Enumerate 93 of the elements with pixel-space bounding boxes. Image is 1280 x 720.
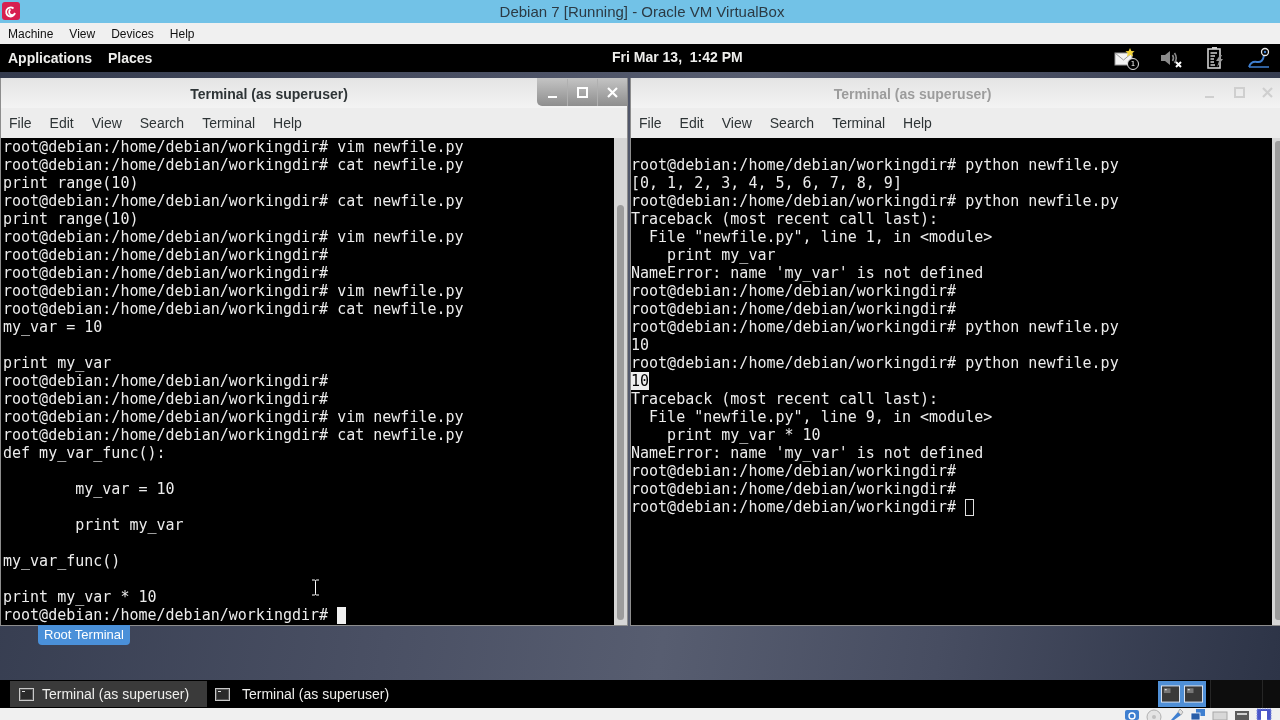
menu-item[interactable]: Edit (41, 111, 81, 135)
scrollbar-thumb[interactable] (1275, 141, 1280, 620)
terminal-line: root@debian:/home/debian/workingdir# python newfile.py (631, 354, 1119, 372)
scrollbar-thumb[interactable] (617, 205, 624, 620)
envelope-icon[interactable] (1114, 48, 1136, 66)
window-thumbnail-icon (1184, 685, 1203, 703)
menu-item[interactable]: Edit (671, 111, 711, 135)
menu-item[interactable]: Help (265, 111, 309, 135)
battery-charging-icon[interactable] (1206, 47, 1224, 69)
terminal-line: root@debian:/home/debian/workingdir# (3, 264, 329, 282)
menu-item[interactable]: File (631, 111, 669, 135)
terminal-line: root@debian:/home/debian/workingdir# (631, 462, 957, 480)
terminal-line: my_var = 10 (74, 480, 175, 498)
menu-item[interactable]: View (61, 24, 104, 43)
terminal-line: Traceback (most recent call last): (631, 210, 939, 228)
terminal-line: my_var = 10 (3, 318, 103, 336)
scrollbar[interactable] (614, 138, 627, 625)
taskbar-button[interactable]: Terminal (as superuser) (10, 681, 207, 707)
panel-menu[interactable]: Places (100, 46, 161, 70)
terminal-line: root@debian:/home/debian/workingdir# (3, 606, 329, 624)
menu-item[interactable]: Terminal (194, 111, 263, 135)
terminal-line: root@debian:/home/debian/workingdir# vim newfile.py (3, 138, 464, 156)
terminal-icon (19, 687, 34, 701)
menu-item[interactable]: Help (895, 111, 939, 135)
menu-item[interactable]: Devices (103, 24, 162, 43)
terminal-line: root@debian:/home/debian/workingdir# (631, 480, 957, 498)
maximize-icon (1234, 87, 1245, 98)
workspace-tile[interactable] (1158, 681, 1206, 707)
terminal-line: root@debian:/home/debian/workingdir# cat newfile.py (3, 426, 464, 444)
menu-item[interactable]: Terminal (824, 111, 893, 135)
terminal-line: [0, 1, 2, 3, 4, 5, 6, 7, 8, 9] (631, 174, 902, 192)
terminal-line: root@debian:/home/debian/workingdir# (3, 246, 329, 264)
terminal-line: NameError: name 'my_var' is not defined (631, 264, 984, 282)
terminal-line: NameError: name 'my_var' is not defined (631, 444, 984, 462)
terminal-line: File "newfile.py", line 1, in <module> (648, 228, 993, 246)
display-icon (1234, 708, 1250, 720)
cable-icon[interactable] (1247, 47, 1271, 69)
menu-item[interactable]: Help (161, 24, 203, 43)
selected-text: 10 (631, 372, 650, 390)
window-title: Terminal (as superuser) (189, 85, 349, 102)
terminal-line: root@debian:/home/debian/workingdir# cat newfile.py (3, 156, 464, 174)
menu-item[interactable]: Search (131, 111, 192, 135)
close-icon (607, 87, 618, 98)
chip-icon (1256, 708, 1272, 720)
terminal-line: root@debian:/home/debian/workingdir# python newfile.py (631, 156, 1119, 174)
terminal-icon (215, 687, 230, 701)
minimize-icon (548, 95, 557, 98)
tooltip: Root Terminal (38, 625, 130, 645)
terminal-line: 10 (631, 336, 650, 354)
terminal-line: root@debian:/home/debian/workingdir# cat newfile.py (3, 300, 464, 318)
terminal-line: root@debian:/home/debian/workingdir# (631, 282, 957, 300)
terminal-line: root@debian:/home/debian/workingdir# vim newfile.py (3, 408, 464, 426)
terminal-line: root@debian:/home/debian/workingdir# python newfile.py (631, 192, 1119, 210)
window-title: Debian 7 [Running] - Oracle VM VirtualBox (498, 3, 785, 20)
terminal-line: root@debian:/home/debian/workingdir# (3, 372, 329, 390)
terminal-line: root@debian:/home/debian/workingdir# (3, 390, 329, 408)
clock[interactable]: Fri Mar 13, 1:42 PM (612, 49, 743, 65)
terminal-line: def my_var_func(): (3, 444, 166, 462)
terminal-line: print my_var (3, 354, 112, 372)
terminal-line: Traceback (most recent call last): (631, 390, 939, 408)
network-icon (1190, 708, 1206, 720)
terminal-line: root@debian:/home/debian/workingdir# (631, 498, 957, 516)
terminal-line: print my_var (666, 246, 776, 264)
close-icon (1262, 87, 1273, 98)
speaker-icon[interactable] (1159, 48, 1183, 68)
scrollbar[interactable] (1272, 138, 1280, 625)
menu-item[interactable]: View (713, 111, 759, 135)
panel-menu[interactable]: Applications (0, 46, 100, 70)
window-title: Terminal (as superuser) (832, 85, 993, 102)
terminal-line: root@debian:/home/debian/workingdir# (631, 300, 957, 318)
taskbar-button[interactable]: Terminal (as superuser) (212, 681, 405, 707)
usb-icon (1168, 708, 1184, 720)
terminal-line: print range(10) (3, 174, 139, 192)
terminal-line: root@debian:/home/debian/workingdir# vim newfile.py (3, 228, 464, 246)
maximize-icon (577, 87, 588, 98)
terminal-line: print my_var (74, 516, 184, 534)
menu-item[interactable]: View (83, 111, 129, 135)
menu-item[interactable]: File (1, 111, 39, 135)
terminal-line: my_var_func() (3, 552, 121, 570)
menu-item[interactable]: Machine (0, 24, 62, 43)
terminal-line: root@debian:/home/debian/workingdir# vim newfile.py (3, 282, 464, 300)
terminal-line: print my_var * 10 (666, 426, 821, 444)
workspace-tile[interactable] (1262, 680, 1280, 708)
swirl-logo-icon (2, 2, 20, 20)
terminal-line: print range(10) (3, 210, 139, 228)
menu-item[interactable]: Search (761, 111, 822, 135)
terminal-line: print my_var * 10 (3, 588, 157, 606)
i-beam-pointer-icon (311, 579, 320, 596)
terminal-line: root@debian:/home/debian/workingdir# python newfile.py (631, 318, 1119, 336)
terminal-line: File "newfile.py", line 9, in <module> (648, 408, 993, 426)
window-thumbnail-icon (1161, 685, 1180, 703)
terminal-line: root@debian:/home/debian/workingdir# cat newfile.py (3, 192, 464, 210)
workspace-tile[interactable] (1210, 680, 1262, 708)
